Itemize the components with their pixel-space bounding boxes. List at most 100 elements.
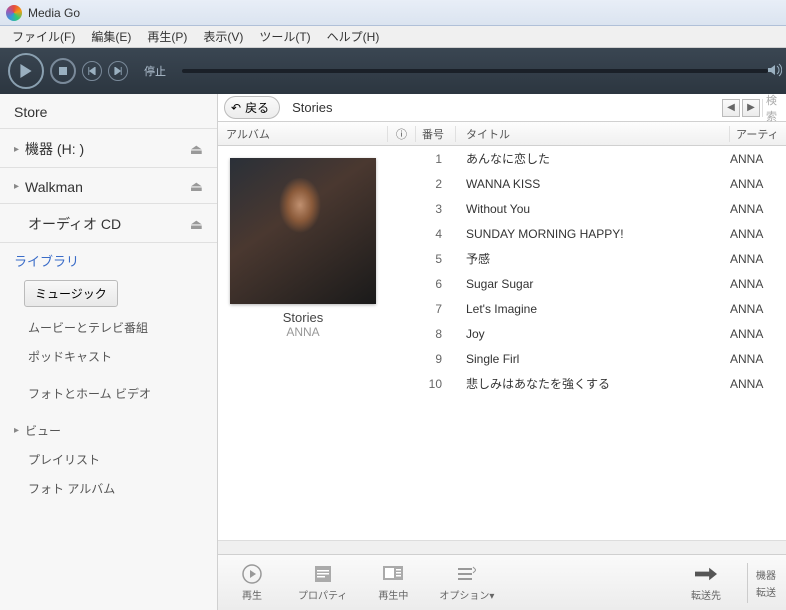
player-toolbar: 停止 [0, 48, 786, 94]
play-button[interactable] [8, 53, 44, 89]
track-row[interactable]: 5予感ANNA [416, 246, 786, 271]
album-art[interactable] [230, 158, 376, 304]
menu-tool[interactable]: ツール(T) [251, 26, 318, 47]
nav-prev-button[interactable]: ◀ [722, 99, 740, 117]
stop-button[interactable] [50, 58, 76, 84]
bottom-play-label: 再生 [242, 587, 262, 602]
bottom-property-button[interactable]: プロパティ [298, 563, 347, 602]
search-input[interactable]: 検索 [762, 99, 782, 117]
track-title: Single Firl [456, 352, 730, 366]
track-number: 8 [416, 327, 456, 341]
track-row[interactable]: 3Without YouANNA [416, 196, 786, 221]
menu-play[interactable]: 再生(P) [139, 26, 195, 47]
bottom-device-label: 機器 [756, 567, 776, 582]
bottom-transfer-button[interactable]: 転送先 [691, 563, 721, 602]
track-row[interactable]: 9Single FirlANNA [416, 346, 786, 371]
track-title: 予感 [456, 250, 730, 267]
col-artist[interactable]: アーティ [730, 126, 786, 142]
sidebar-audiocd-label: オーディオ CD [28, 214, 190, 234]
track-title: Without You [456, 202, 730, 216]
track-row[interactable]: 6Sugar SugarANNA [416, 271, 786, 296]
back-label: 戻る [245, 99, 269, 116]
track-row[interactable]: 4SUNDAY MORNING HAPPY!ANNA [416, 221, 786, 246]
track-row[interactable]: 7Let's ImagineANNA [416, 296, 786, 321]
track-number: 5 [416, 252, 456, 266]
album-name: Stories [230, 304, 376, 325]
chevron-right-icon: ▸ [14, 181, 19, 192]
sidebar-photoalbum[interactable]: フォト アルバム [0, 474, 217, 503]
bottom-play-button[interactable]: 再生 [228, 563, 276, 602]
track-row[interactable]: 10悲しみはあなたを強くするANNA [416, 371, 786, 396]
app-icon [6, 5, 22, 21]
track-title: Sugar Sugar [456, 277, 730, 291]
track-number: 2 [416, 177, 456, 191]
track-artist: ANNA [730, 152, 786, 166]
track-title: あんなに恋した [456, 150, 730, 167]
titlebar: Media Go [0, 0, 786, 26]
sidebar-walkman[interactable]: ▸ Walkman ⏏ [0, 168, 217, 204]
undo-icon: ↶ [231, 101, 241, 115]
main-area: Store ▸ 機器 (H: ) ⏏ ▸ Walkman ⏏ オーディオ CD … [0, 94, 786, 610]
track-number: 3 [416, 202, 456, 216]
prev-button[interactable] [82, 61, 102, 81]
col-number[interactable]: 番号 [416, 126, 456, 142]
chevron-right-icon: ▸ [14, 144, 19, 155]
bottom-option-button[interactable]: オプション▾ [439, 563, 494, 602]
sidebar-playlist[interactable]: プレイリスト [0, 445, 217, 474]
sidebar-podcast[interactable]: ポッドキャスト [0, 342, 217, 371]
sidebar-store[interactable]: Store [0, 94, 217, 129]
sidebar-view[interactable]: ▸ ビュー [0, 416, 217, 445]
bottom-nowplaying-button[interactable]: 再生中 [369, 563, 417, 602]
menubar: ファイル(F) 編集(E) 再生(P) 表示(V) ツール(T) ヘルプ(H) [0, 26, 786, 48]
breadcrumb: Stories [286, 100, 332, 115]
sidebar-music-button[interactable]: ミュージック [24, 280, 118, 307]
sidebar-photo[interactable]: フォトとホーム ビデオ [0, 379, 217, 408]
eject-icon[interactable]: ⏏ [190, 178, 203, 195]
track-title: Let's Imagine [456, 302, 730, 316]
col-title[interactable]: タイトル [456, 126, 730, 142]
arrow-right-icon [695, 563, 717, 585]
horizontal-scrollbar[interactable] [218, 540, 786, 554]
album-artist: ANNA [230, 325, 376, 339]
track-row[interactable]: 2WANNA KISSANNA [416, 171, 786, 196]
seek-bar[interactable] [182, 69, 768, 73]
bottom-property-label: プロパティ [298, 587, 347, 602]
body-area: Stories ANNA 1あんなに恋したANNA2WANNA KISSANNA… [218, 146, 786, 540]
eject-icon[interactable]: ⏏ [190, 216, 203, 233]
track-title: Joy [456, 327, 730, 341]
sidebar-device[interactable]: ▸ 機器 (H: ) ⏏ [0, 129, 217, 168]
col-info[interactable]: ⓘ [388, 126, 416, 142]
back-button[interactable]: ↶ 戻る [224, 96, 280, 119]
track-artist: ANNA [730, 177, 786, 191]
track-artist: ANNA [730, 377, 786, 391]
menu-view[interactable]: 表示(V) [195, 26, 251, 47]
sidebar-device-label: 機器 (H: ) [25, 139, 190, 159]
track-title: SUNDAY MORNING HAPPY! [456, 227, 730, 241]
bottom-transfer-to-label: 転送先 [691, 587, 721, 602]
track-number: 1 [416, 152, 456, 166]
menu-help[interactable]: ヘルプ(H) [319, 26, 388, 47]
property-icon [312, 563, 334, 585]
track-artist: ANNA [730, 327, 786, 341]
eject-icon[interactable]: ⏏ [190, 141, 203, 158]
nav-buttons: ◀ ▶ 検索 [722, 99, 786, 117]
track-artist: ANNA [730, 302, 786, 316]
menu-file[interactable]: ファイル(F) [4, 26, 83, 47]
track-row[interactable]: 8JoyANNA [416, 321, 786, 346]
next-icon [114, 67, 122, 75]
menu-edit[interactable]: 編集(E) [83, 26, 139, 47]
content-header: ↶ 戻る Stories ◀ ▶ 検索 [218, 94, 786, 122]
track-row[interactable]: 1あんなに恋したANNA [416, 146, 786, 171]
sidebar-movies[interactable]: ムービーとテレビ番組 [0, 313, 217, 342]
track-title: 悲しみはあなたを強くする [456, 375, 730, 392]
nav-next-button[interactable]: ▶ [742, 99, 760, 117]
sidebar-audiocd[interactable]: オーディオ CD ⏏ [0, 204, 217, 243]
sidebar-view-label: ビュー [25, 422, 61, 439]
volume-icon[interactable] [766, 62, 782, 81]
bottom-nowplaying-label: 再生中 [378, 587, 408, 602]
sidebar-store-label: Store [14, 104, 203, 120]
bottom-device[interactable]: 機器 転送 [747, 563, 776, 603]
col-album[interactable]: アルバム [218, 126, 388, 142]
player-status: 停止 [144, 63, 166, 79]
next-button[interactable] [108, 61, 128, 81]
